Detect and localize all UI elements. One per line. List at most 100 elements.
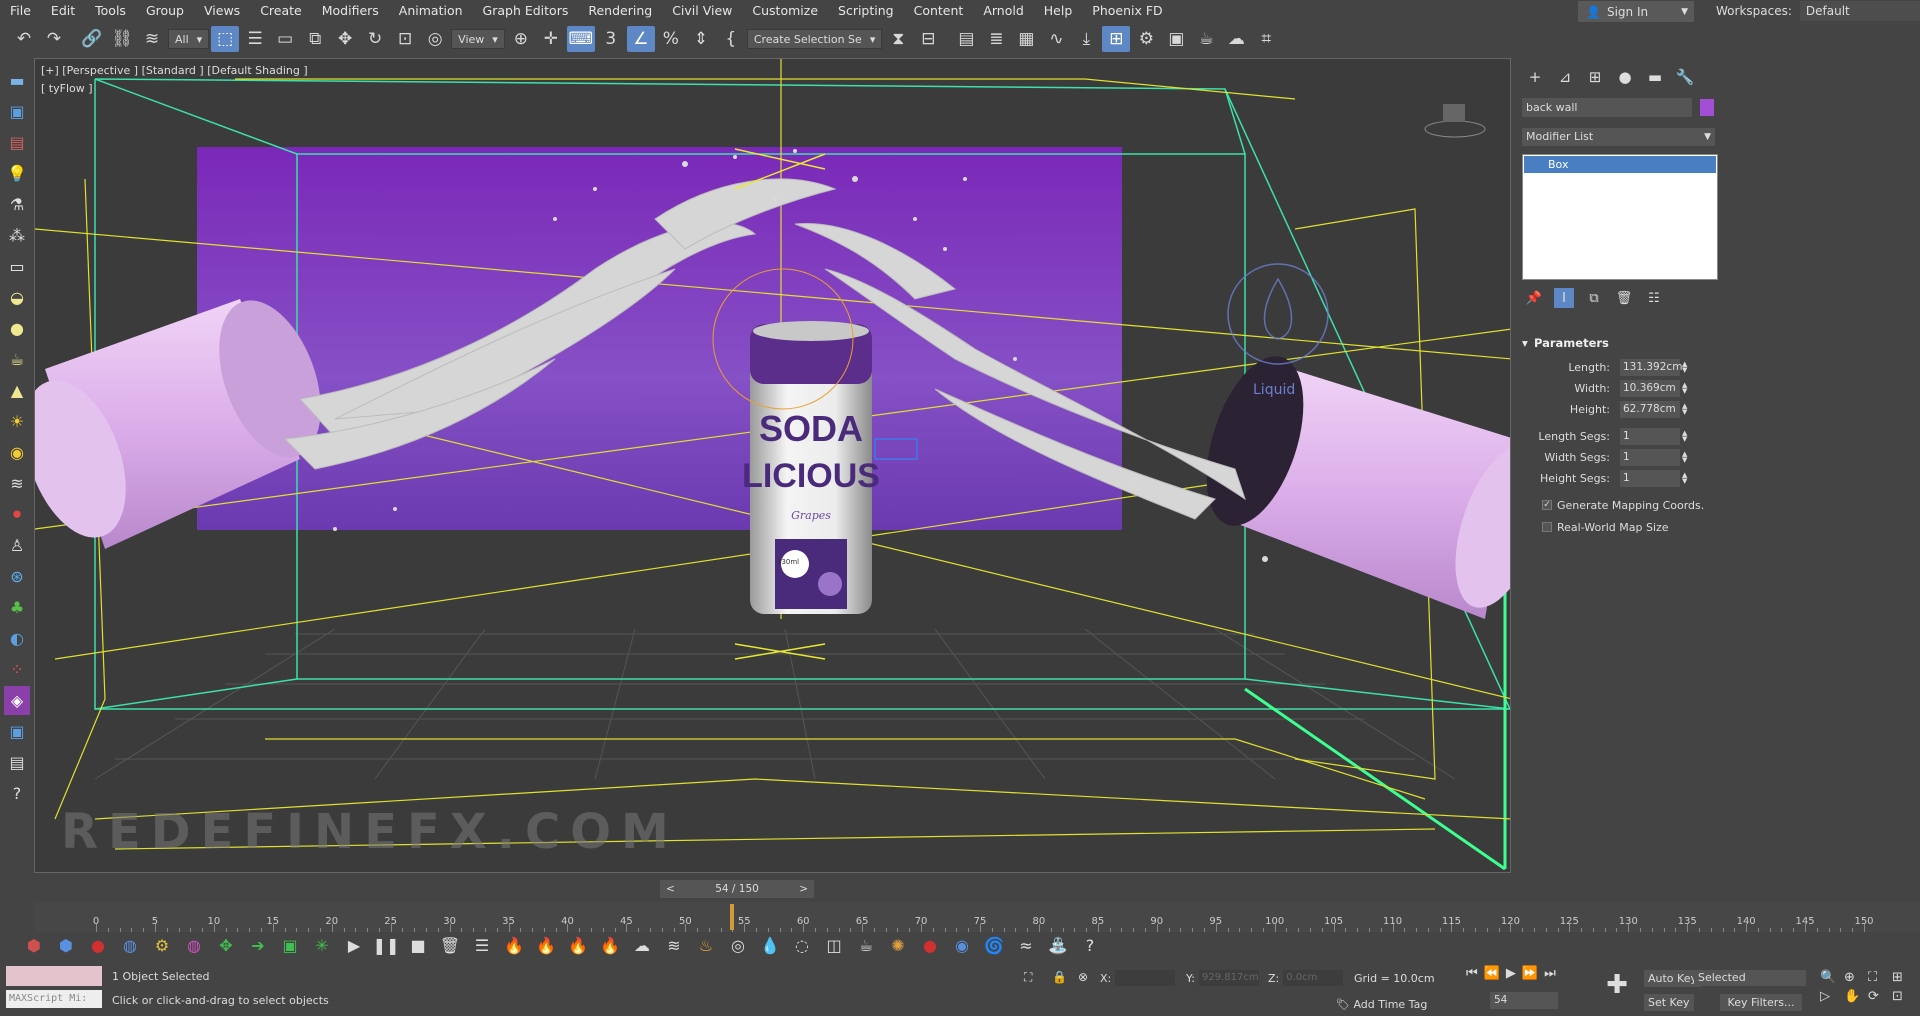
- particles-icon[interactable]: ⁂: [4, 221, 30, 250]
- menu-phoenix-fd[interactable]: Phoenix FD: [1082, 0, 1172, 22]
- scale-icon[interactable]: ⊡: [391, 26, 419, 52]
- viewport-icon[interactable]: ▣: [4, 97, 30, 126]
- box-green-icon[interactable]: ▣: [276, 932, 304, 958]
- goto-end-icon[interactable]: ⏭: [1544, 966, 1556, 981]
- param-height-input[interactable]: 62.778cm: [1620, 401, 1680, 418]
- next-frame-icon[interactable]: >: [799, 883, 808, 895]
- select-by-name-icon[interactable]: ☰: [241, 26, 269, 52]
- render-icon[interactable]: ▤: [4, 128, 30, 157]
- arrow-green-icon[interactable]: ➔: [244, 932, 272, 958]
- sphere-icon[interactable]: ●: [4, 314, 30, 343]
- teapot-icon[interactable]: ☕: [4, 345, 30, 374]
- selection-region-icon[interactable]: ▭: [271, 26, 299, 52]
- render-setup-icon[interactable]: ⚙: [1132, 26, 1160, 52]
- make-unique-icon[interactable]: ⧉: [1584, 288, 1604, 308]
- spinner-icon[interactable]: ▲ ▼: [1682, 382, 1687, 395]
- menu-arnold[interactable]: Arnold: [973, 0, 1033, 22]
- motion-tab-icon[interactable]: ●: [1612, 66, 1638, 88]
- perspective-viewport[interactable]: SODA LICIOUS Grapes 330ml [+] [Perspecti…: [34, 58, 1511, 873]
- set-key-big-icon[interactable]: ✚: [1600, 968, 1634, 1002]
- maximize-viewport-icon[interactable]: ⊡: [1892, 989, 1914, 1004]
- menu-tools[interactable]: Tools: [85, 0, 136, 22]
- selection-filter-combo[interactable]: All ▾: [168, 29, 210, 49]
- real-world-map-size-checkbox[interactable]: Real-World Map Size: [1522, 516, 1716, 538]
- stop-icon[interactable]: ■: [404, 932, 432, 958]
- modifier-list-dropdown[interactable]: Modifier List ▼: [1522, 128, 1715, 146]
- named-selection-combo[interactable]: Create Selection Se ▾: [746, 29, 883, 49]
- next-key-icon[interactable]: ⏩: [1522, 966, 1538, 981]
- grid-icon[interactable]: ⌗: [1252, 26, 1280, 52]
- sky-icon[interactable]: ◉: [4, 438, 30, 467]
- zoom-extents-all-icon[interactable]: ⊞: [1892, 970, 1914, 985]
- hair-icon[interactable]: ≋: [4, 469, 30, 498]
- layers-icon[interactable]: ▤: [4, 748, 30, 777]
- current-frame-field[interactable]: 54: [1490, 992, 1558, 1009]
- zoom-all-icon[interactable]: ⊕: [1844, 970, 1866, 985]
- zoom-extents-icon[interactable]: ⛶: [1868, 970, 1890, 985]
- param-width-input[interactable]: 10.369cm: [1620, 380, 1680, 397]
- param-width-segs-input[interactable]: 1: [1620, 449, 1680, 466]
- utilities-tab-icon[interactable]: 🔧: [1672, 66, 1698, 88]
- show-end-result-icon[interactable]: Ⅰ: [1554, 288, 1574, 308]
- burst-green-icon[interactable]: ✳: [308, 932, 336, 958]
- x-input[interactable]: [1115, 970, 1176, 986]
- menu-create[interactable]: Create: [250, 0, 312, 22]
- display-tab-icon[interactable]: ▬: [1642, 66, 1668, 88]
- spinner-icon[interactable]: ▲ ▼: [1682, 430, 1687, 443]
- add-time-tag[interactable]: 🏷 Add Time Tag: [1336, 998, 1427, 1011]
- isolate-icon[interactable]: ⛶: [1024, 970, 1032, 985]
- viewport-sublabel[interactable]: [ tyFlow ]: [41, 82, 93, 95]
- glass-icon[interactable]: ◫: [820, 932, 848, 958]
- viewport-label[interactable]: [+] [Perspective ] [Standard ] [Default …: [41, 64, 308, 77]
- reference-coord-combo[interactable]: View ▾: [451, 29, 505, 49]
- undo-icon[interactable]: ↶: [10, 26, 38, 52]
- move-icon[interactable]: ✥: [331, 26, 359, 52]
- snaps-toggle-icon[interactable]: 3: [597, 26, 625, 52]
- play-icon[interactable]: ▶: [340, 932, 368, 958]
- time-slider[interactable]: < 54 / 150 >: [660, 880, 814, 898]
- cup-icon[interactable]: ☕: [852, 932, 880, 958]
- generate-mapping-coords-checkbox[interactable]: ✓ Generate Mapping Coords.: [1522, 494, 1716, 516]
- fountain-icon[interactable]: ⛲: [1044, 932, 1072, 958]
- align-icon[interactable]: ⊟: [914, 26, 942, 52]
- fire-3-icon[interactable]: 🔥: [564, 932, 592, 958]
- smoke-icon[interactable]: ☁: [628, 932, 656, 958]
- remove-modifier-icon[interactable]: 🗑: [1614, 288, 1634, 308]
- plant-icon[interactable]: ♣: [4, 593, 30, 622]
- sign-in-button[interactable]: 👤 Sign In ▼: [1578, 1, 1694, 22]
- material-editor-icon[interactable]: ⊞: [1102, 26, 1131, 52]
- menu-edit[interactable]: Edit: [41, 0, 85, 22]
- prev-key-icon[interactable]: ⏪: [1484, 966, 1500, 981]
- render-production-icon[interactable]: ☕: [1192, 26, 1220, 52]
- place-icon[interactable]: ◎: [421, 26, 449, 52]
- set-key-button[interactable]: Set Key: [1644, 994, 1694, 1011]
- menu-civil-view[interactable]: Civil View: [662, 0, 742, 22]
- vortex-icon[interactable]: ◎: [724, 932, 752, 958]
- splash-icon[interactable]: ✺: [884, 932, 912, 958]
- help-icon[interactable]: ?: [4, 779, 30, 808]
- cube-blue-icon[interactable]: ⬢: [52, 932, 80, 958]
- menu-views[interactable]: Views: [194, 0, 250, 22]
- active-shade-icon[interactable]: ◈: [4, 686, 30, 715]
- object-color-swatch[interactable]: [1700, 99, 1714, 116]
- zoom-icon[interactable]: 🔍: [1820, 970, 1842, 985]
- param-length-input[interactable]: 131.392cm: [1620, 359, 1682, 376]
- select-manipulate-icon[interactable]: ✛: [537, 26, 565, 52]
- create-tab-icon[interactable]: +: [1522, 66, 1548, 88]
- pause-icon[interactable]: ❚❚: [372, 932, 400, 958]
- key-selection-dropdown[interactable]: Selected: [1694, 970, 1806, 986]
- time-cursor[interactable]: [730, 904, 735, 930]
- spinner-snap-icon[interactable]: ⇕: [687, 26, 715, 52]
- prev-frame-icon[interactable]: <: [666, 883, 675, 895]
- percent-snap-icon[interactable]: %: [657, 26, 685, 52]
- cone-icon[interactable]: ▲: [4, 376, 30, 405]
- ribbon-icon[interactable]: ▦: [1012, 26, 1040, 52]
- source-icon[interactable]: ◉: [948, 932, 976, 958]
- parameters-rollout-title[interactable]: Parameters: [1522, 334, 1716, 352]
- orbit-icon[interactable]: ⟳: [1868, 989, 1890, 1004]
- stack-item-box[interactable]: Box: [1524, 156, 1716, 173]
- dome-icon[interactable]: ◒: [4, 283, 30, 312]
- z-input[interactable]: 0.0cm: [1283, 970, 1344, 986]
- window-crossing-icon[interactable]: ⧉: [301, 26, 329, 52]
- spinner-icon[interactable]: ▲ ▼: [1682, 361, 1687, 374]
